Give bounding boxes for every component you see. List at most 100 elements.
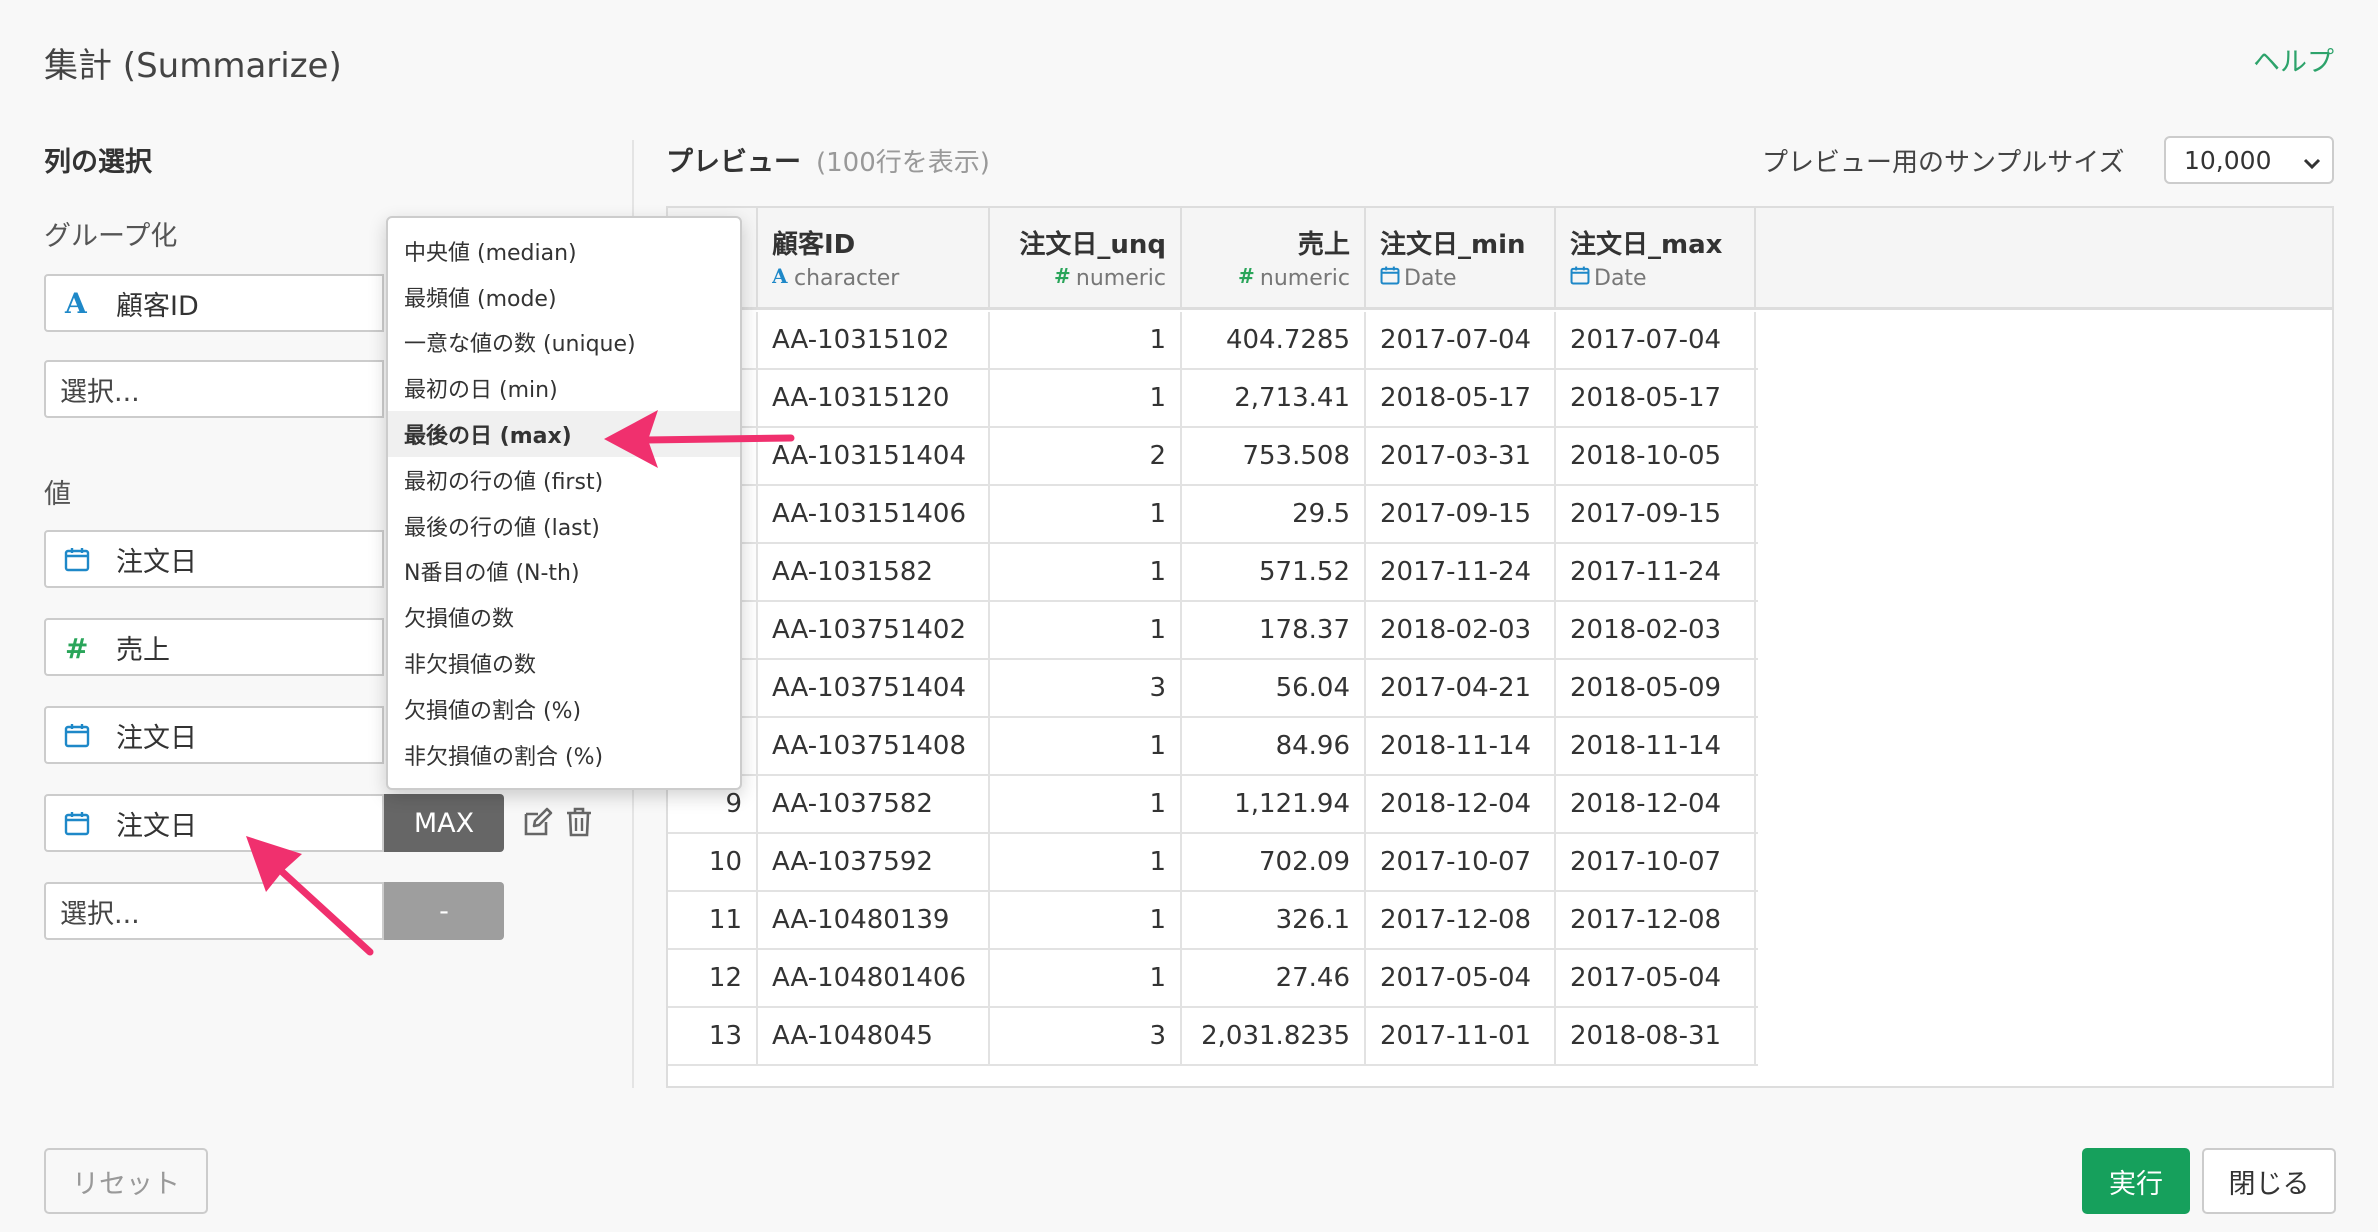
column-header-order-date-max[interactable]: 注文日_max Date <box>1556 208 1756 308</box>
character-type-icon: A <box>50 289 104 317</box>
dropdown-item-na-ratio[interactable]: 欠損値の割合 (%) <box>388 686 740 732</box>
cell-customer-id: AA-104801406 <box>758 950 990 1006</box>
table-row: 6 AA-103751402 1 178.37 2018-02-03 2018-… <box>668 602 1758 660</box>
cell-order-date-max: 2018-05-09 <box>1556 660 1756 716</box>
cell-order-date-min: 2018-11-14 <box>1366 718 1556 774</box>
cell-order-date-max: 2017-12-08 <box>1556 892 1756 948</box>
cell-order-date-min: 2018-02-03 <box>1366 602 1556 658</box>
cell-order-date-unq: 3 <box>990 660 1182 716</box>
svg-text:#: # <box>1238 265 1255 285</box>
values-label: 値 <box>44 479 71 510</box>
cell-sales: 571.52 <box>1182 544 1366 600</box>
cell-order-date-max: 2018-02-03 <box>1556 602 1756 658</box>
value-column-field[interactable]: 注文日 <box>44 794 384 852</box>
cell-order-date-max: 2018-11-14 <box>1556 718 1756 774</box>
cell-order-date-min: 2017-04-21 <box>1366 660 1556 716</box>
table-row: 2 AA-10315120 1 2,713.41 2018-05-17 2018… <box>668 370 1758 428</box>
aggregation-dropdown: 中央値 (median) 最頻値 (mode) 一意な値の数 (unique) … <box>386 216 742 790</box>
cell-order-date-unq: 1 <box>990 892 1182 948</box>
dropdown-item-first[interactable]: 最初の行の値 (first) <box>388 457 740 503</box>
group-select-field[interactable]: 選択... <box>44 360 384 418</box>
cell-order-date-min: 2017-11-24 <box>1366 544 1556 600</box>
dropdown-item-max[interactable]: 最後の日 (max) <box>388 411 740 457</box>
value-column-label: 注文日 <box>116 810 197 842</box>
cell-order-date-max: 2018-05-17 <box>1556 370 1756 426</box>
cell-customer-id: AA-103751408 <box>758 718 990 774</box>
cell-sales: 29.5 <box>1182 486 1366 542</box>
dropdown-item-last[interactable]: 最後の行の値 (last) <box>388 503 740 549</box>
close-button[interactable]: 閉じる <box>2202 1148 2336 1214</box>
column-header-customer-id[interactable]: 顧客ID A character <box>758 208 990 308</box>
cell-customer-id: AA-1037582 <box>758 776 990 832</box>
cell-order-date-max: 2018-10-05 <box>1556 428 1756 484</box>
cell-order-date-unq: 1 <box>990 602 1182 658</box>
cell-customer-id: AA-1037592 <box>758 834 990 890</box>
cell-order-date-min: 2017-11-01 <box>1366 1008 1556 1064</box>
character-type-icon: A <box>771 264 790 291</box>
column-header-order-date-unq[interactable]: 注文日_unq # numeric <box>990 208 1182 308</box>
cell-order-date-max: 2018-12-04 <box>1556 776 1756 832</box>
edit-icon[interactable] <box>522 806 554 842</box>
cell-order-date-max: 2017-09-15 <box>1556 486 1756 542</box>
cell-order-date-unq: 1 <box>990 718 1182 774</box>
group-row: A 顧客ID <box>44 274 384 332</box>
column-name: 売上 <box>1297 230 1350 260</box>
help-link[interactable]: ヘルプ <box>2253 40 2334 79</box>
reset-button[interactable]: リセット <box>44 1148 208 1214</box>
value-row: 注文日 <box>44 530 384 588</box>
dropdown-item-nth[interactable]: N番目の値 (N-th) <box>388 549 740 595</box>
cell-order-date-min: 2018-05-17 <box>1366 370 1556 426</box>
cell-order-date-unq: 1 <box>990 370 1182 426</box>
value-column-field[interactable]: 注文日 <box>44 706 384 764</box>
value-select-field[interactable]: 選択... <box>44 882 384 940</box>
cell-customer-id: AA-1031582 <box>758 544 990 600</box>
aggregation-button[interactable]: MAX <box>384 794 504 852</box>
cell-order-date-min: 2017-10-07 <box>1366 834 1556 890</box>
column-name: 顧客ID <box>772 230 856 260</box>
value-column-field[interactable]: # 売上 <box>44 618 384 676</box>
cell-customer-id: AA-103151406 <box>758 486 990 542</box>
dropdown-item-non-na-ratio[interactable]: 非欠損値の割合 (%) <box>388 732 740 778</box>
column-type: numeric <box>1075 265 1166 291</box>
cell-order-date-unq: 2 <box>990 428 1182 484</box>
cell-sales: 326.1 <box>1182 892 1366 948</box>
calendar-icon <box>50 546 104 572</box>
preview-title: プレビュー <box>666 147 801 178</box>
svg-text:#: # <box>65 633 88 661</box>
trash-icon[interactable] <box>564 806 594 842</box>
table-row: 7 AA-103751404 3 56.04 2017-04-21 2018-0… <box>668 660 1758 718</box>
hash-icon: # <box>1054 264 1072 291</box>
table-row: 9 AA-1037582 1 1,121.94 2018-12-04 2018-… <box>668 776 1758 834</box>
calendar-icon <box>50 810 104 836</box>
column-header-sales[interactable]: 売上 # numeric <box>1182 208 1366 308</box>
value-column-field[interactable]: 注文日 <box>44 530 384 588</box>
chevron-down-icon <box>2302 150 2322 179</box>
svg-text:#: # <box>1054 265 1071 285</box>
row-index: 10 <box>668 834 758 890</box>
column-header-order-date-min[interactable]: 注文日_min Date <box>1366 208 1556 308</box>
row-index: 12 <box>668 950 758 1006</box>
group-row-empty: 選択... <box>44 360 384 418</box>
group-column-field[interactable]: A 顧客ID <box>44 274 384 332</box>
dropdown-item-na-count[interactable]: 欠損値の数 <box>388 594 740 640</box>
column-type: Date <box>1404 265 1457 291</box>
dropdown-item-non-na-count[interactable]: 非欠損値の数 <box>388 640 740 686</box>
cell-order-date-max: 2017-11-24 <box>1556 544 1756 600</box>
hash-icon: # <box>50 633 104 661</box>
column-type: numeric <box>1259 265 1350 291</box>
sample-size-select[interactable]: 10,000 <box>2164 136 2334 184</box>
cell-sales: 178.37 <box>1182 602 1366 658</box>
dropdown-item-mode[interactable]: 最頻値 (mode) <box>388 274 740 320</box>
dropdown-item-median[interactable]: 中央値 (median) <box>388 228 740 274</box>
calendar-icon <box>1380 265 1400 291</box>
column-name: 注文日_min <box>1380 230 1526 260</box>
dropdown-item-min[interactable]: 最初の日 (min) <box>388 365 740 411</box>
sample-size-value: 10,000 <box>2184 145 2272 175</box>
dropdown-item-unique[interactable]: 一意な値の数 (unique) <box>388 320 740 366</box>
column-type: character <box>794 265 900 291</box>
table-row: 13 AA-1048045 3 2,031.8235 2017-11-01 20… <box>668 1008 1758 1066</box>
table-row: 10 AA-1037592 1 702.09 2017-10-07 2017-1… <box>668 834 1758 892</box>
row-index: 11 <box>668 892 758 948</box>
cell-order-date-unq: 1 <box>990 950 1182 1006</box>
run-button[interactable]: 実行 <box>2082 1148 2190 1214</box>
